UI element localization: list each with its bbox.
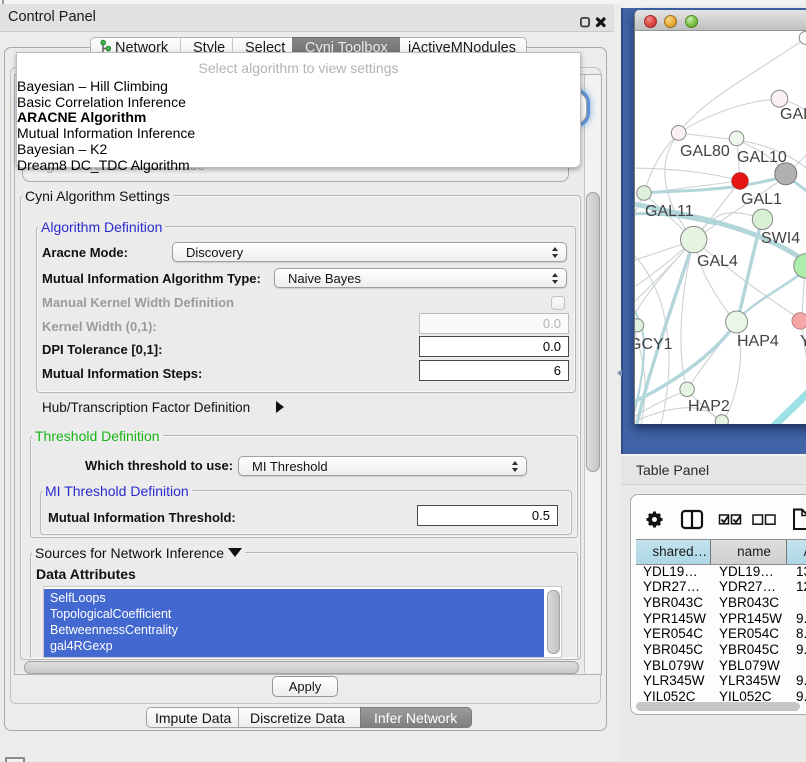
svg-text:GAL1: GAL1 bbox=[741, 191, 782, 208]
svg-text:GAL4: GAL4 bbox=[697, 253, 738, 270]
svg-text:SWI4: SWI4 bbox=[761, 230, 800, 247]
svg-text:GAL80: GAL80 bbox=[680, 143, 730, 160]
svg-text:GAL2: GAL2 bbox=[780, 106, 806, 123]
svg-text:GAL10: GAL10 bbox=[737, 149, 787, 166]
svg-text:GAL11: GAL11 bbox=[645, 203, 694, 220]
svg-text:GCY1: GCY1 bbox=[635, 336, 673, 353]
svg-text:Y: Y bbox=[800, 333, 806, 350]
svg-text:HAP4: HAP4 bbox=[737, 333, 779, 350]
svg-text:HAP2: HAP2 bbox=[688, 398, 730, 415]
